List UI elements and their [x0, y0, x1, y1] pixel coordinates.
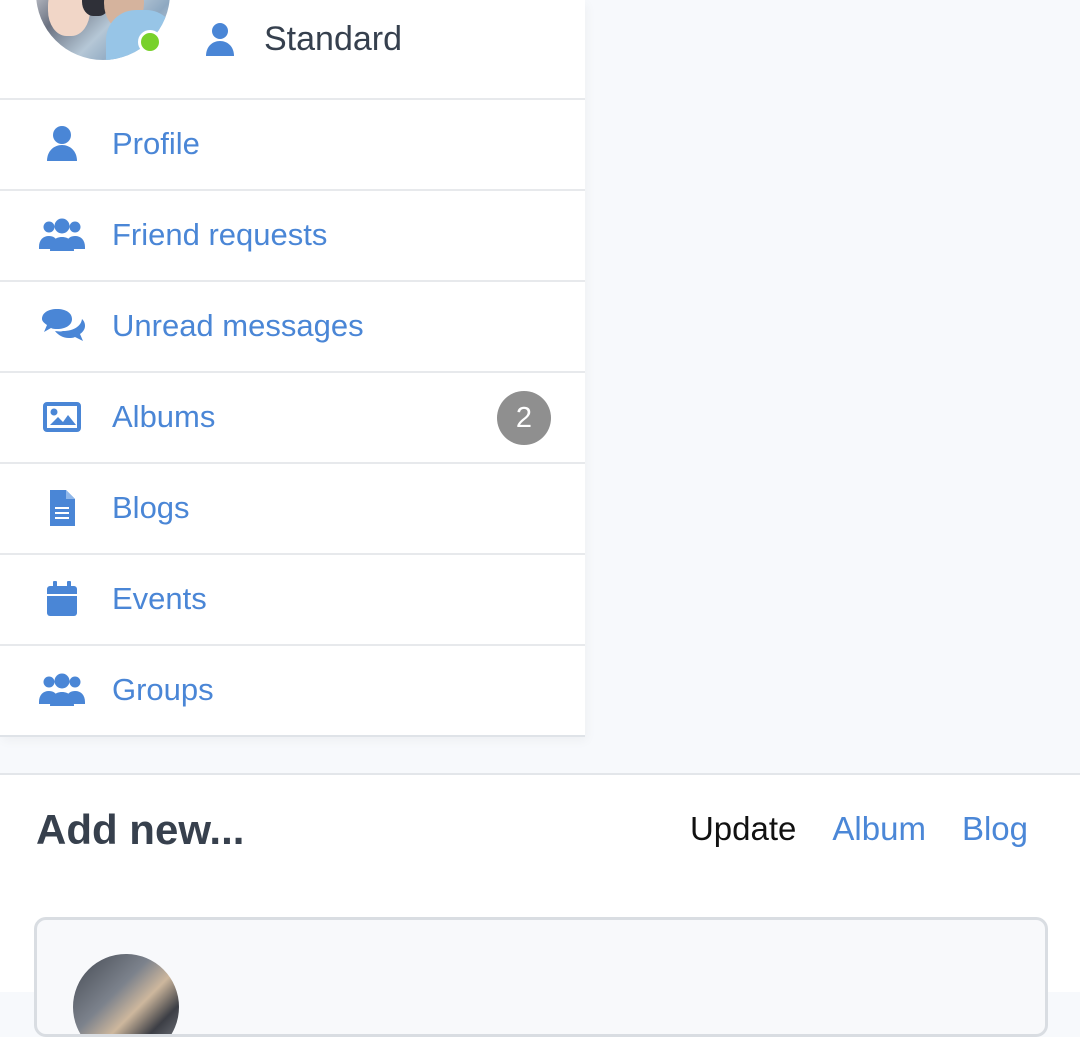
composer-avatar: [73, 954, 179, 1034]
sidebar-item-label: Unread messages: [112, 308, 364, 343]
user-icon: [204, 22, 236, 58]
chat-bubbles-icon: [38, 304, 86, 348]
image-icon: [38, 395, 86, 439]
account-type-label: Standard: [264, 20, 402, 58]
sidebar-item-label: Events: [112, 581, 207, 616]
add-new-section: Add new... Update Album Blog: [0, 775, 1080, 1037]
user-icon: [38, 122, 86, 166]
composer-card[interactable]: [34, 917, 1048, 1037]
sidebar-item-unread-messages[interactable]: Unread messages: [0, 282, 585, 373]
sidebar-item-friend-requests[interactable]: Friend requests: [0, 191, 585, 282]
sidebar-item-events[interactable]: Events: [0, 555, 585, 646]
sidebar-item-label: Albums: [112, 399, 216, 434]
users-icon: [38, 213, 86, 257]
user-summary: Standard: [0, 0, 585, 100]
add-new-tabs: Update Album Blog: [690, 807, 1028, 851]
sidebar-menu: Profile Friend requests Unread messages …: [0, 100, 585, 737]
document-icon: [38, 486, 86, 530]
sidebar-item-label: Friend requests: [112, 217, 328, 252]
sidebar-item-groups[interactable]: Groups: [0, 646, 585, 737]
sidebar-item-label: Profile: [112, 126, 200, 161]
sidebar-item-label: Groups: [112, 672, 214, 707]
tab-update[interactable]: Update: [690, 807, 796, 851]
sidebar-item-profile[interactable]: Profile: [0, 100, 585, 191]
calendar-icon: [38, 577, 86, 621]
online-status-dot: [138, 30, 162, 54]
sidebar-item-label: Blogs: [112, 490, 190, 525]
albums-count-badge: 2: [497, 391, 551, 445]
sidebar-item-blogs[interactable]: Blogs: [0, 464, 585, 555]
sidebar-panel: Standard Profile Friend requests Unread …: [0, 0, 585, 737]
section-title: Add new...: [36, 806, 245, 853]
sidebar-item-albums[interactable]: Albums 2: [0, 373, 585, 464]
users-icon: [38, 668, 86, 712]
tab-blog[interactable]: Blog: [962, 807, 1028, 851]
tab-album[interactable]: Album: [832, 807, 926, 851]
